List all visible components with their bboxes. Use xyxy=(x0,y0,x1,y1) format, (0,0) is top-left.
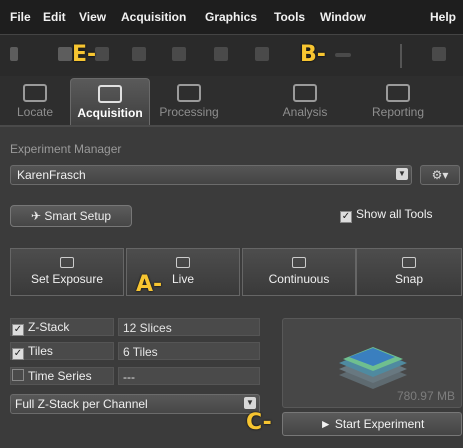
menu-view[interactable]: View xyxy=(79,10,106,24)
checkbox-icon[interactable]: ✓ xyxy=(12,324,24,336)
frame-icon[interactable] xyxy=(432,47,446,61)
callout-b: B- xyxy=(300,42,326,67)
tiles-label: Tiles xyxy=(28,344,53,358)
tiles-value: 6 Tiles xyxy=(118,342,260,360)
tool-icon[interactable] xyxy=(255,47,269,61)
tab-label: Reporting xyxy=(371,105,425,119)
menu-tools[interactable]: Tools xyxy=(274,10,305,24)
callout-a: A- xyxy=(136,272,163,297)
show-all-tools-label: Show all Tools xyxy=(356,207,433,221)
tab-bar: Locate Acquisition Processing Analysis R… xyxy=(0,76,463,127)
smart-setup-button[interactable]: ✈ Smart Setup xyxy=(10,205,132,227)
reporting-icon xyxy=(386,84,410,102)
tab-label: Locate xyxy=(16,105,54,119)
chevron-down-icon: ▼ xyxy=(244,397,256,409)
live-icon xyxy=(176,257,190,268)
acquisition-icon xyxy=(98,85,122,103)
z-stack-label: Z-Stack xyxy=(28,320,70,334)
snap-label: Snap xyxy=(394,272,424,286)
callout-c: C- xyxy=(246,410,272,435)
camera-icon xyxy=(60,257,74,268)
experiment-select[interactable]: KarenFrasch ▼ xyxy=(10,165,412,185)
menu-window[interactable]: Window xyxy=(320,10,366,24)
analysis-icon xyxy=(293,84,317,102)
experiment-preview: 780.97 MB xyxy=(282,318,462,408)
preview-size: 780.97 MB xyxy=(396,389,455,403)
callout-e: E- xyxy=(72,42,97,67)
save-icon[interactable] xyxy=(10,47,18,61)
set-exposure-button[interactable]: Set Exposure xyxy=(10,248,124,296)
processing-icon xyxy=(177,84,201,102)
time-series-toggle[interactable]: Time Series xyxy=(12,367,92,385)
tab-label: Processing xyxy=(159,105,219,119)
z-stack-toggle[interactable]: ✓ Z-Stack xyxy=(12,318,69,336)
line-icon[interactable] xyxy=(335,53,351,57)
tab-reporting[interactable]: Reporting xyxy=(364,78,432,124)
camera-icon[interactable] xyxy=(58,47,72,61)
snap-icon xyxy=(402,257,416,268)
paste-icon[interactable] xyxy=(214,47,228,61)
checkbox-icon[interactable]: ✓ xyxy=(12,348,24,360)
menu-acquisition[interactable]: Acquisition xyxy=(121,10,186,24)
menu-bar: File Edit View Acquisition Graphics Tool… xyxy=(0,0,463,34)
tab-analysis[interactable]: Analysis xyxy=(276,78,334,124)
menu-edit[interactable]: Edit xyxy=(43,10,66,24)
cut-icon[interactable] xyxy=(95,47,109,61)
tiles-toggle[interactable]: ✓ Tiles xyxy=(12,342,53,360)
z-stack-mode-value: Full Z-Stack per Channel xyxy=(15,397,148,411)
show-all-tools-toggle[interactable]: ✓ Show all Tools xyxy=(340,207,433,223)
z-stack-value: 12 Slices xyxy=(118,318,260,336)
live-label: Live xyxy=(171,272,194,286)
toolbar-separator xyxy=(400,44,402,68)
locate-icon xyxy=(23,84,47,102)
time-series-value: --- xyxy=(118,367,260,385)
tab-locate[interactable]: Locate xyxy=(6,78,64,124)
experiment-options-button[interactable]: ⚙▾ xyxy=(420,165,460,185)
tab-label: Acquisition xyxy=(77,106,143,120)
tab-processing[interactable]: Processing xyxy=(155,78,223,124)
scissors-icon[interactable] xyxy=(172,47,186,61)
set-exposure-label: Set Exposure xyxy=(30,272,104,286)
checkbox-icon[interactable]: ✓ xyxy=(340,211,352,223)
toolbar xyxy=(0,34,463,77)
menu-help[interactable]: Help xyxy=(430,10,456,24)
snap-button[interactable]: Snap xyxy=(356,248,462,296)
time-series-label: Time Series xyxy=(28,369,92,383)
experiment-value: KarenFrasch xyxy=(17,168,86,182)
tab-acquisition[interactable]: Acquisition xyxy=(70,78,150,125)
chevron-down-icon: ▼ xyxy=(396,168,408,180)
z-stack-mode-select[interactable]: Full Z-Stack per Channel ▼ xyxy=(10,394,260,414)
start-experiment-button[interactable]: ► Start Experiment xyxy=(282,412,462,436)
continuous-button[interactable]: Continuous xyxy=(242,248,356,296)
copy-icon[interactable] xyxy=(132,47,146,61)
continuous-icon xyxy=(292,257,306,268)
experiment-manager-title: Experiment Manager xyxy=(10,142,122,156)
menu-file[interactable]: File xyxy=(10,10,31,24)
tab-label: Analysis xyxy=(282,105,328,119)
menu-graphics[interactable]: Graphics xyxy=(205,10,257,24)
checkbox-icon[interactable] xyxy=(12,369,24,381)
continuous-label: Continuous xyxy=(268,272,330,286)
